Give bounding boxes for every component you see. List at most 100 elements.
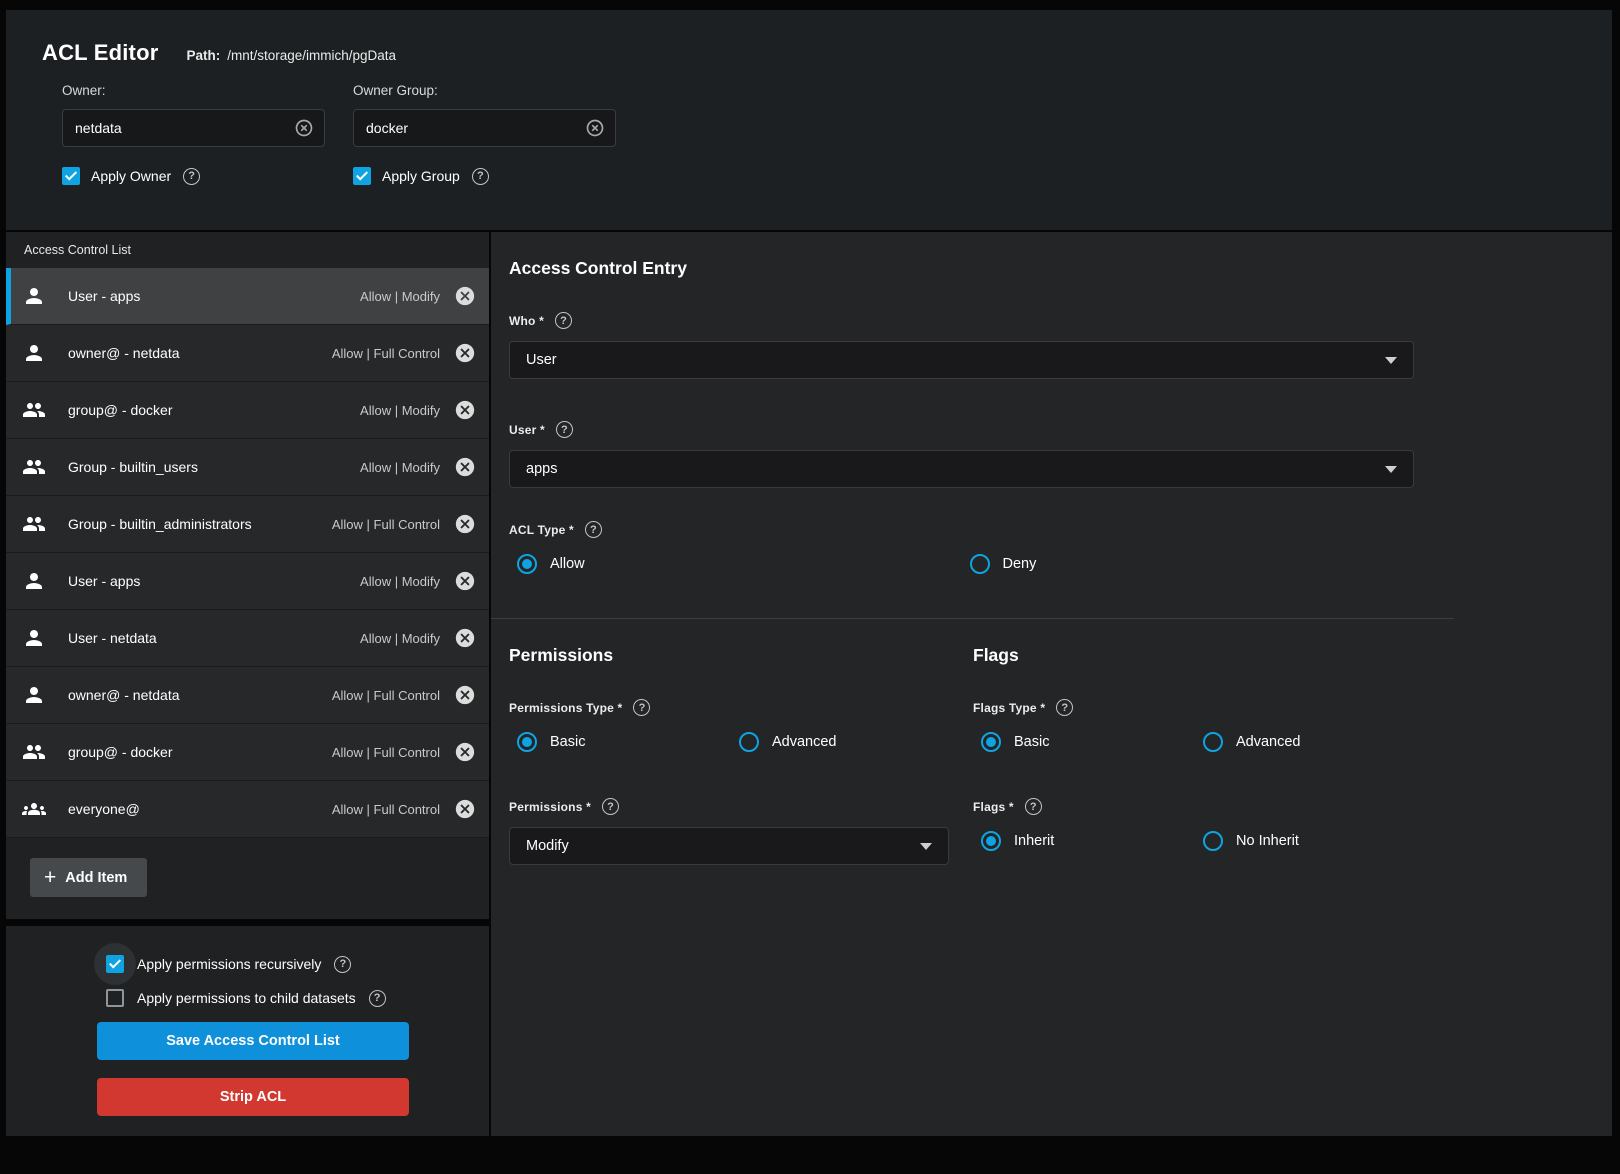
remove-ace-icon[interactable] — [454, 342, 476, 364]
user-label-row: User * — [509, 421, 1612, 438]
permissions-title: Permissions — [509, 645, 614, 665]
flags-type-basic-radio[interactable]: Basic — [973, 732, 1195, 752]
flags-help-icon[interactable] — [1024, 798, 1042, 815]
acl-list-item[interactable]: group@ - docker Allow | Modify — [6, 382, 489, 439]
ace-name: User - netdata — [68, 630, 157, 646]
ace-permissions: Allow | Modify — [360, 288, 440, 304]
strip-acl-button[interactable]: Strip ACL — [97, 1078, 409, 1116]
divider — [491, 618, 1454, 619]
permissions-select[interactable]: Modify — [509, 827, 949, 865]
permissions-type-help-icon[interactable] — [633, 699, 651, 716]
acl-list-item[interactable]: User - apps Allow | Modify — [6, 268, 489, 325]
clear-owner-icon[interactable] — [294, 118, 314, 138]
group-icon — [22, 740, 46, 764]
remove-ace-icon[interactable] — [454, 627, 476, 649]
ace-permissions: Allow | Modify — [360, 459, 440, 475]
flags-type-advanced-radio[interactable]: Advanced — [1195, 732, 1423, 752]
remove-ace-icon[interactable] — [454, 798, 476, 820]
no-inherit-label: No Inherit — [1236, 833, 1299, 849]
title-row: ACL Editor Path: /mnt/storage/immich/pgDa… — [42, 40, 1582, 66]
inherit-label: Inherit — [1014, 833, 1055, 849]
user-help-icon[interactable] — [555, 421, 573, 438]
apply-owner-checkbox[interactable] — [62, 167, 80, 185]
radio-icon — [517, 732, 537, 752]
remove-ace-icon[interactable] — [454, 456, 476, 478]
ace-name: User - apps — [68, 573, 141, 589]
who-select[interactable]: User — [509, 341, 1414, 379]
acl-list-item[interactable]: User - apps Allow | Modify — [6, 553, 489, 610]
dataset-path: Path: /mnt/storage/immich/pgData — [186, 48, 396, 63]
flags-type-label-row: Flags Type * — [973, 699, 1612, 716]
acl-list-title: Access Control List — [24, 243, 131, 257]
owner-fields-row: Owner: Apply Owner Owner Group: — [62, 83, 1582, 185]
flags-inherit-radio[interactable]: Inherit — [973, 831, 1195, 851]
save-acl-button[interactable]: Save Access Control List — [97, 1022, 409, 1060]
acl-type-deny-radio[interactable]: Deny — [962, 554, 1415, 574]
owner-group-input[interactable] — [366, 120, 585, 136]
user-select[interactable]: apps — [509, 450, 1414, 488]
owner-group-label: Owner Group: — [353, 83, 438, 98]
child-datasets-help-icon[interactable] — [368, 989, 386, 1007]
clear-owner-group-icon[interactable] — [585, 118, 605, 138]
acl-list-item[interactable]: User - netdata Allow | Modify — [6, 610, 489, 667]
advanced-label: Advanced — [1236, 734, 1301, 750]
flags-radio-group: Inherit No Inherit — [973, 831, 1423, 851]
apply-owner-help-icon[interactable] — [183, 167, 201, 185]
user-value: apps — [526, 461, 558, 477]
acl-list-item[interactable]: everyone@ Allow | Full Control — [6, 781, 489, 838]
acl-list-item[interactable]: owner@ - netdata Allow | Full Control — [6, 325, 489, 382]
ace-permissions: Allow | Full Control — [331, 516, 440, 532]
permissions-section: Permissions Permissions Type * Basic Adv… — [509, 645, 973, 865]
acl-type-help-icon[interactable] — [584, 521, 602, 538]
acl-list-card: Access Control List User - apps Allow | … — [6, 232, 489, 919]
radio-icon — [981, 831, 1001, 851]
owner-input[interactable] — [75, 120, 294, 136]
flags-section: Flags Flags Type * Basic Advanced — [973, 645, 1612, 865]
ace-name: group@ - docker — [68, 744, 173, 760]
basic-label: Basic — [1014, 734, 1050, 750]
remove-ace-icon[interactable] — [454, 741, 476, 763]
child-datasets-checkbox[interactable] — [106, 989, 124, 1007]
who-help-icon[interactable] — [555, 312, 572, 329]
remove-ace-icon[interactable] — [454, 399, 476, 421]
child-datasets-label: Apply permissions to child datasets — [137, 990, 356, 1006]
acl-type-allow-radio[interactable]: Allow — [509, 554, 962, 574]
remove-ace-icon[interactable] — [454, 285, 476, 307]
permissions-type-basic-radio[interactable]: Basic — [509, 732, 731, 752]
owner-input-wrap — [62, 109, 325, 147]
user-icon — [22, 683, 46, 707]
permissions-label-row: Permissions * — [509, 798, 973, 815]
remove-ace-icon[interactable] — [454, 570, 476, 592]
remove-ace-icon[interactable] — [454, 684, 476, 706]
permissions-flags-columns: Permissions Permissions Type * Basic Adv… — [509, 645, 1612, 865]
recursive-checkbox[interactable] — [106, 955, 124, 973]
apply-group-checkbox[interactable] — [353, 167, 371, 185]
owner-label: Owner: — [62, 83, 106, 98]
user-icon — [22, 341, 46, 365]
acl-type-label-row: ACL Type * — [509, 521, 1612, 538]
acl-type-radio-group: Allow Deny — [509, 554, 1414, 574]
flags-no-inherit-radio[interactable]: No Inherit — [1195, 831, 1423, 851]
ace-name: Group - builtin_users — [68, 459, 198, 475]
everyone-icon — [22, 797, 46, 821]
acl-list-item[interactable]: group@ - docker Allow | Full Control — [6, 724, 489, 781]
recursive-help-icon[interactable] — [334, 955, 352, 973]
acl-list-item[interactable]: Group - builtin_administrators Allow | F… — [6, 496, 489, 553]
chevron-down-icon — [1385, 465, 1397, 473]
flags-type-help-icon[interactable] — [1056, 699, 1074, 716]
ace-name: User - apps — [68, 288, 141, 304]
permissions-help-icon[interactable] — [601, 798, 619, 815]
permissions-type-advanced-radio[interactable]: Advanced — [731, 732, 959, 752]
entry-title: Access Control Entry — [509, 258, 687, 278]
apply-group-help-icon[interactable] — [471, 167, 489, 185]
add-item-button[interactable]: + Add Item — [30, 858, 148, 897]
user-label: User * — [509, 422, 545, 437]
flags-title: Flags — [973, 645, 1019, 665]
acl-list-item[interactable]: Group - builtin_users Allow | Modify — [6, 439, 489, 496]
remove-ace-icon[interactable] — [454, 513, 476, 535]
acl-editor-window: ACL Editor Path: /mnt/storage/immich/pgDa… — [0, 0, 1620, 1174]
acl-list-item[interactable]: owner@ - netdata Allow | Full Control — [6, 667, 489, 724]
page-title: ACL Editor — [42, 40, 159, 65]
advanced-label: Advanced — [772, 734, 837, 750]
chevron-down-icon — [920, 842, 932, 850]
